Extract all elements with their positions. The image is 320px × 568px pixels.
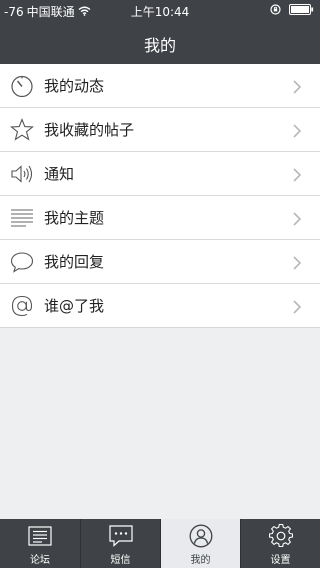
tab-mine[interactable]: 我的 (160, 519, 240, 568)
menu-item-label: 我的回复 (44, 253, 105, 271)
lines-icon (10, 206, 34, 230)
menu-item-label: 谁@了我 (44, 297, 105, 315)
tab-label: 设置 (270, 555, 291, 566)
chevron-right-icon (292, 255, 302, 270)
chevron-right-icon (292, 123, 302, 138)
tab-messages[interactable]: 短信 (80, 519, 160, 568)
speech-bubble-icon (10, 250, 34, 274)
menu-item-label: 我的动态 (44, 77, 105, 95)
menu-item-my-topics[interactable]: 我的主题 (0, 196, 320, 240)
at-icon (10, 294, 34, 318)
chevron-right-icon (292, 211, 302, 226)
navigation-bar: 我的 (0, 20, 320, 64)
star-icon (10, 117, 34, 142)
user-icon (188, 524, 214, 548)
speaker-icon (10, 162, 34, 186)
chevron-right-icon (292, 79, 302, 94)
gear-icon (268, 524, 294, 548)
timer-icon (10, 74, 34, 98)
forum-list-icon (27, 524, 53, 548)
menu-item-favorite-posts[interactable]: 我收藏的帖子 (0, 108, 320, 152)
tab-settings[interactable]: 设置 (240, 519, 320, 568)
status-bar: -76 中国联通 上午10:44 (0, 0, 320, 20)
tab-label: 短信 (110, 555, 131, 566)
menu-item-my-replies[interactable]: 我的回复 (0, 240, 320, 284)
tab-label: 我的 (190, 555, 211, 566)
menu-item-label: 我的主题 (44, 209, 105, 227)
menu-item-notifications[interactable]: 通知 (0, 152, 320, 196)
menu-item-label: 通知 (44, 165, 75, 183)
rotation-lock-icon (270, 4, 281, 18)
tab-label: 论坛 (30, 555, 50, 566)
chevron-right-icon (292, 299, 302, 314)
page-title: 我的 (143, 36, 176, 55)
tab-forum[interactable]: 论坛 (0, 519, 80, 568)
menu-item-my-activity[interactable]: 我的动态 (0, 64, 320, 108)
battery-icon (289, 4, 314, 18)
status-right (270, 4, 314, 18)
menu-list: 我的动态 我收藏的帖子 通知 我的主题 我的回复 谁@了我 (0, 64, 320, 328)
message-icon (108, 524, 134, 548)
menu-item-mentions[interactable]: 谁@了我 (0, 284, 320, 327)
tab-bar: 论坛 短信 我的 设置 (0, 519, 320, 568)
menu-item-label: 我收藏的帖子 (44, 121, 135, 139)
chevron-right-icon (292, 167, 302, 182)
